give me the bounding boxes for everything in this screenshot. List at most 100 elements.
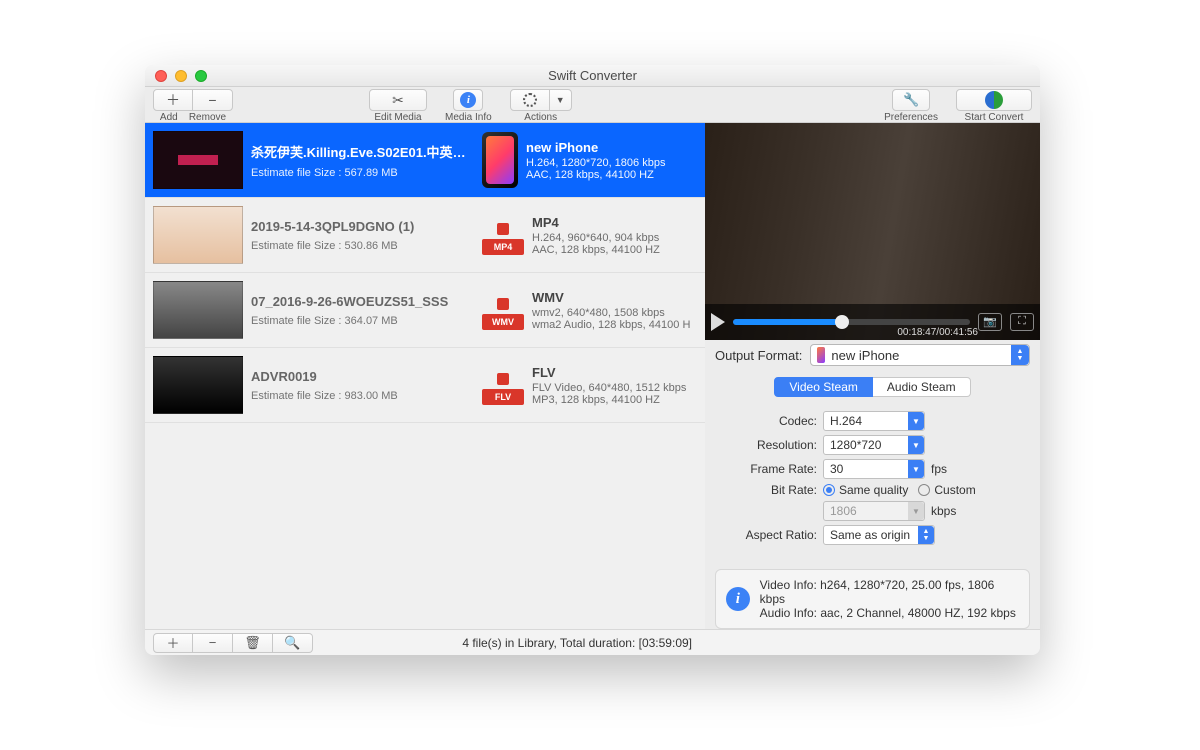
fullscreen-button[interactable]: ⛶ — [1010, 313, 1034, 331]
format-name: MP4 — [532, 215, 697, 230]
tab-audio-stream[interactable]: Audio Steam — [873, 377, 971, 397]
convert-icon — [985, 91, 1003, 109]
codec-label: Codec: — [717, 414, 823, 428]
toolbar-add-remove: ＋ − Add Remove — [153, 89, 233, 123]
seek-bar[interactable] — [733, 319, 970, 325]
play-button[interactable] — [711, 313, 725, 331]
remove-button[interactable]: − — [193, 89, 233, 111]
aspect-select[interactable]: Same as origin▲▼ — [823, 525, 935, 545]
player-time: 00:18:47/00:41:56 — [897, 327, 978, 338]
toolbar-media-info: i Media Info — [445, 89, 492, 123]
format-audio-line: AAC, 128 kbps, 44100 HZ — [532, 244, 697, 256]
format-icon: FLV — [482, 365, 524, 405]
chevron-updown-icon: ▲▼ — [1011, 345, 1029, 365]
fps-unit: fps — [931, 462, 947, 476]
file-size: Estimate file Size : 364.07 MB — [251, 315, 474, 327]
format-video-line: H.264, 1280*720, 1806 kbps — [526, 157, 697, 169]
gear-icon — [523, 93, 537, 107]
audio-info-line: Audio Info: aac, 2 Channel, 48000 HZ, 19… — [760, 606, 1019, 620]
titlebar: Swift Converter — [145, 65, 1040, 87]
format-name: new iPhone — [526, 140, 697, 155]
preferences-button[interactable]: 🔧 — [892, 89, 930, 111]
bottom-bar: ＋ − 🗑 🔍 4 file(s) in Library, Total dura… — [145, 629, 1040, 655]
toolbar-edit-media: ✂ Edit Media — [369, 89, 427, 123]
file-name: 2019-5-14-3QPL9DGNO (1) — [251, 219, 474, 234]
chevron-down-icon: ▼ — [908, 436, 924, 454]
add-button[interactable]: ＋ — [153, 89, 193, 111]
app-window: Swift Converter ＋ − Add Remove ✂ Edit Me… — [145, 65, 1040, 655]
edit-media-button[interactable]: ✂ — [369, 89, 427, 111]
minimize-icon[interactable] — [175, 70, 187, 82]
format-audio-line: MP3, 128 kbps, 44100 HZ — [532, 394, 697, 406]
bitrate-same-radio[interactable] — [823, 484, 835, 496]
format-audio-line: AAC, 128 kbps, 44100 HZ — [526, 169, 697, 181]
resolution-label: Resolution: — [717, 438, 823, 452]
seek-progress — [733, 319, 842, 325]
video-settings-panel: Codec: H.264▼ Resolution: 1280*720▼ Fram… — [717, 403, 1028, 561]
media-info-box: i Video Info: h264, 1280*720, 25.00 fps,… — [715, 569, 1030, 629]
bottom-buttons: ＋ − 🗑 🔍 — [153, 633, 313, 653]
video-preview: 📷 ⛶ 00:18:47/00:41:56 — [705, 123, 1040, 340]
aspect-label: Aspect Ratio: — [717, 528, 823, 542]
tab-video-stream[interactable]: Video Steam — [774, 377, 873, 397]
toolbar-start-convert: Start Convert — [956, 89, 1032, 123]
toolbar-actions: ▼ Actions — [510, 89, 572, 123]
format-video-line: FLV Video, 640*480, 1512 kbps — [532, 382, 697, 394]
actions-menu-button[interactable]: ▼ — [550, 89, 572, 111]
player-controls: 📷 ⛶ — [705, 304, 1040, 340]
right-panel: 📷 ⛶ 00:18:47/00:41:56 Output Format: new… — [705, 123, 1040, 629]
file-name: 07_2016-9-26-6WOEUZS51_SSS — [251, 294, 474, 309]
chevron-down-icon: ▼ — [908, 412, 924, 430]
phone-icon — [482, 132, 518, 188]
close-icon[interactable] — [155, 70, 167, 82]
file-thumbnail — [153, 356, 243, 414]
file-row[interactable]: 杀死伊芙.Killing.Eve.S02E01.中英字幕....Estimate… — [145, 123, 705, 198]
file-row[interactable]: 07_2016-9-26-6WOEUZS51_SSS Estimate file … — [145, 273, 705, 348]
bitrate-custom-radio[interactable] — [918, 484, 930, 496]
file-size: Estimate file Size : 530.86 MB — [251, 240, 474, 252]
window-title: Swift Converter — [548, 68, 637, 83]
bottom-trash-button[interactable]: 🗑 — [233, 633, 273, 653]
start-convert-button[interactable] — [956, 89, 1032, 111]
seek-knob[interactable] — [835, 315, 849, 329]
chevron-down-icon: ▼ — [908, 502, 924, 520]
file-size: Estimate file Size : 567.89 MB — [251, 167, 474, 179]
file-row[interactable]: ADVR0019Estimate file Size : 983.00 MBFL… — [145, 348, 705, 423]
chevron-updown-icon: ▲▼ — [918, 526, 934, 544]
file-row[interactable]: 2019-5-14-3QPL9DGNO (1) Estimate file Siz… — [145, 198, 705, 273]
media-info-button[interactable]: i — [453, 89, 483, 111]
format-name: FLV — [532, 365, 697, 380]
bitrate-same-label: Same quality — [839, 483, 908, 497]
framerate-label: Frame Rate: — [717, 462, 823, 476]
content-area: 杀死伊芙.Killing.Eve.S02E01.中英字幕....Estimate… — [145, 123, 1040, 629]
bottom-search-button[interactable]: 🔍 — [273, 633, 313, 653]
format-name: WMV — [532, 290, 697, 305]
file-thumbnail — [153, 206, 243, 264]
format-icon: MP4 — [482, 215, 524, 255]
bottom-remove-button[interactable]: − — [193, 633, 233, 653]
file-thumbnail — [153, 131, 243, 189]
bottom-add-button[interactable]: ＋ — [153, 633, 193, 653]
framerate-select[interactable]: 30▼ — [823, 459, 925, 479]
window-controls — [155, 70, 207, 82]
format-audio-line: wma2 Audio, 128 kbps, 44100 H — [532, 319, 697, 331]
bitrate-label: Bit Rate: — [717, 483, 823, 497]
output-format-label: Output Format: — [715, 348, 802, 363]
toolbar-preferences: 🔧 Preferences — [884, 89, 938, 123]
actions-button[interactable] — [510, 89, 550, 111]
codec-select[interactable]: H.264▼ — [823, 411, 925, 431]
file-thumbnail — [153, 281, 243, 339]
output-format-select[interactable]: new iPhone ▲▼ — [810, 344, 1030, 366]
status-line: 4 file(s) in Library, Total duration: [0… — [313, 636, 692, 650]
file-name: ADVR0019 — [251, 369, 474, 384]
kbps-unit: kbps — [931, 504, 956, 518]
resolution-select[interactable]: 1280*720▼ — [823, 435, 925, 455]
stream-tabs: Video Steam Audio Steam — [705, 377, 1040, 397]
info-icon: i — [460, 92, 476, 108]
zoom-icon[interactable] — [195, 70, 207, 82]
snapshot-button[interactable]: 📷 — [978, 313, 1002, 331]
format-video-line: H.264, 960*640, 904 kbps — [532, 232, 697, 244]
format-icon: WMV — [482, 290, 524, 330]
info-icon: i — [726, 587, 750, 611]
phone-icon — [817, 347, 825, 363]
